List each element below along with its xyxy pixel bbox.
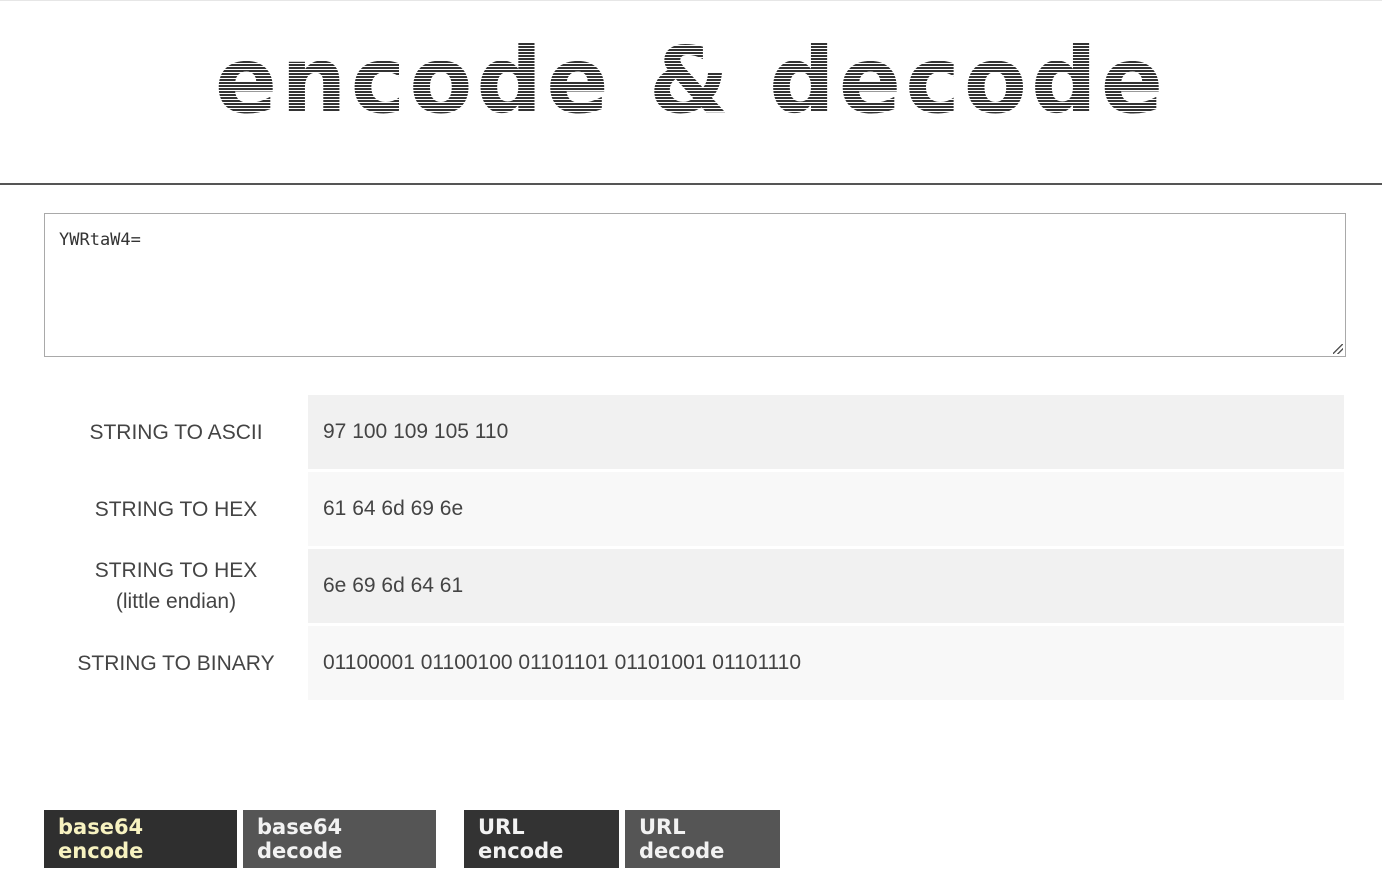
result-label-text: STRING TO HEX	[94, 559, 258, 582]
result-value-binary[interactable]: 01100001 01100100 01101101 01101001 0110…	[308, 626, 1344, 703]
url-encode-button[interactable]: URL encode	[464, 810, 619, 868]
result-row-hex-little-endian: STRING TO HEX (little endian) 6e 69 6d 6…	[44, 549, 1344, 626]
result-label: STRING TO ASCII	[44, 395, 308, 472]
result-sublabel-text: (little endian)	[115, 590, 237, 613]
base64-decode-button[interactable]: base64 decode	[243, 810, 436, 868]
result-row-ascii: STRING TO ASCII 97 100 109 105 110	[44, 395, 1344, 472]
url-decode-button[interactable]: URL decode	[625, 810, 780, 868]
resize-grip-icon[interactable]	[1333, 344, 1343, 354]
page-title: encode & decode	[0, 31, 1382, 131]
input-textarea[interactable]	[44, 213, 1346, 357]
results-table: STRING TO ASCII 97 100 109 105 110 STRIN…	[44, 395, 1344, 703]
action-buttons: base64 encode base64 decode URL encode U…	[44, 810, 786, 868]
result-label: STRING TO HEX (little endian)	[44, 549, 308, 626]
result-label-text: STRING TO HEX	[94, 497, 258, 521]
result-row-hex: STRING TO HEX 61 64 6d 69 6e	[44, 472, 1344, 549]
result-label: STRING TO HEX	[44, 472, 308, 549]
result-value-hex-little-endian[interactable]: 6e 69 6d 64 61	[308, 549, 1344, 626]
input-area	[44, 213, 1346, 357]
result-label: STRING TO BINARY	[44, 626, 308, 703]
result-row-binary: STRING TO BINARY 01100001 01100100 01101…	[44, 626, 1344, 703]
result-label-text: STRING TO ASCII	[89, 420, 263, 444]
result-label-text: STRING TO BINARY	[77, 651, 275, 675]
base64-encode-button[interactable]: base64 encode	[44, 810, 237, 868]
result-value-ascii[interactable]: 97 100 109 105 110	[308, 395, 1344, 472]
page-header: encode & decode	[0, 1, 1382, 185]
result-value-hex[interactable]: 61 64 6d 69 6e	[308, 472, 1344, 549]
